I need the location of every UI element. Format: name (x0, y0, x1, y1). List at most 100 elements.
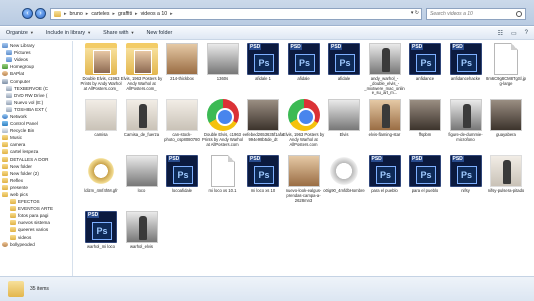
sidebar-item[interactable]: Videos (0, 56, 72, 63)
sidebar-item[interactable]: New folder (2) (0, 170, 72, 177)
file-name: 1360s (216, 76, 229, 81)
file-item[interactable]: Elvis, 1963 Posters by Andy Warhol at Al… (283, 99, 325, 147)
sidebar-item[interactable]: EFECTOS (0, 198, 72, 205)
breadcrumb-item[interactable]: bruno (70, 11, 83, 17)
organize-menu[interactable]: Organize ▼ (6, 30, 34, 36)
breadcrumb-separator-icon[interactable]: ▸ (112, 11, 115, 17)
new-folder-button[interactable]: New folder (147, 30, 173, 36)
file-item[interactable]: PSD Ps mi loco xs 10 (242, 155, 284, 194)
file-item[interactable]: 8m6C9g8CM8TgSl.jpg-large (485, 43, 527, 87)
sidebar-item[interactable]: web pics (0, 191, 72, 198)
sidebar-item[interactable]: New folder (0, 163, 72, 170)
file-item[interactable]: camisa (80, 99, 122, 138)
lib-icon (6, 57, 12, 63)
sidebar-item[interactable]: Reflex (0, 177, 72, 184)
breadcrumb-item[interactable]: graffiti (118, 11, 132, 17)
file-item[interactable]: nuevo-look-ealgus-prendas-campa-a-2628mn… (283, 155, 325, 203)
image-thumbnail-icon (247, 99, 279, 131)
file-item[interactable]: Double Elvis, c1963 Prints by Andy Warho… (80, 43, 122, 91)
file-item[interactable]: nifsy-pulsera-pitado (485, 155, 527, 194)
breadcrumb-separator-icon[interactable]: ▸ (135, 11, 138, 17)
file-item[interactable]: andy_warhol_-_double_elvis_-_mixtwere_ma… (364, 43, 406, 96)
sidebar-item[interactable]: EVENTOS ARTE (0, 205, 72, 212)
file-item[interactable]: Elvis, 1963 Posters by Andy Warhol at Al… (121, 43, 163, 91)
sidebar-item[interactable]: BAPlat (0, 70, 72, 77)
breadcrumb-separator-icon[interactable]: ▸ (86, 11, 89, 17)
file-item[interactable]: o0ig90_4mfdbHombre (323, 155, 365, 194)
sidebar-item[interactable]: fotos para pagi (0, 212, 72, 219)
file-item[interactable]: PSD Ps para el pueblo (364, 155, 406, 194)
back-arrow-icon[interactable]: ‹ (22, 8, 33, 19)
sidebar-item[interactable]: nuevos sistema (0, 219, 72, 226)
file-item[interactable]: guayabera (485, 99, 527, 138)
sidebar-item-label: Nuevo vol (E:) (14, 99, 44, 105)
forward-arrow-icon[interactable]: › (35, 8, 46, 19)
photoshop-logo-icon: Ps (92, 222, 112, 240)
sidebar-item[interactable]: bollypeoded (0, 241, 72, 248)
file-item[interactable]: 214-thickbox (161, 43, 203, 82)
chrome-icon (206, 99, 239, 131)
file-item[interactable]: PSD Ps para el pueblo (404, 155, 446, 194)
file-item[interactable]: Camisa_de_fuerza (121, 99, 163, 138)
sidebar-item[interactable]: videos (0, 234, 72, 241)
file-item[interactable]: can-stock-photo_csp8080780 (161, 99, 203, 143)
psd-badge: PSD (330, 44, 343, 50)
file-item[interactable]: PSD Ps anfidancehacke (445, 43, 487, 82)
file-item[interactable]: PSD Ps afidale (283, 43, 325, 82)
file-item[interactable]: ldizm_4mf4hM.gfr (80, 155, 122, 194)
photoshop-logo-icon: Ps (254, 54, 274, 72)
file-item[interactable]: PSD Ps anfidance (404, 43, 446, 82)
file-item[interactable]: Elvis (323, 99, 365, 138)
breadcrumb-item[interactable]: carteles (91, 11, 109, 17)
file-item[interactable]: ffspbm (404, 99, 446, 138)
folder-icon (2, 170, 8, 176)
file-item[interactable]: 1360s (202, 43, 244, 82)
help-icon[interactable]: ? (525, 30, 528, 37)
sidebar-item[interactable]: Homegroup (0, 63, 72, 70)
file-item[interactable]: PSD Ps afidale 1 (242, 43, 284, 82)
sidebar-item[interactable]: Music (0, 134, 72, 141)
breadcrumb-item[interactable]: videos a 10 (141, 11, 168, 17)
sidebar-item[interactable]: Recycle Bin (0, 127, 72, 134)
file-item[interactable]: PSD Ps afidale (323, 43, 365, 82)
sidebar-item[interactable]: Control Panel (0, 120, 72, 127)
sidebar-item[interactable]: Computer (0, 77, 72, 84)
search-icon[interactable] (516, 11, 522, 17)
file-item[interactable]: loco (121, 155, 163, 194)
folder-icon[interactable] (54, 11, 61, 17)
search-box[interactable] (426, 8, 526, 20)
search-input[interactable] (430, 11, 514, 17)
photoshop-file-icon: PSD Ps (166, 155, 198, 187)
view-options-icon[interactable]: ☷ (498, 30, 503, 37)
file-item[interactable]: mi loco xs 10.1 (202, 155, 244, 194)
include-in-library-menu[interactable]: Include in library ▼ (46, 30, 91, 36)
psd-badge: PSD (249, 44, 262, 50)
sidebar-item[interactable]: DETALLES A DOR (0, 156, 72, 163)
sidebar-item[interactable]: Network (0, 113, 72, 120)
sidebar-item[interactable]: DVD RW Drive ( (0, 92, 72, 99)
sidebar-item[interactable]: camera (0, 141, 72, 148)
sidebar-item[interactable]: Nuevo vol (E:) (0, 99, 72, 106)
refresh-icon[interactable]: ▾ ↻ (411, 10, 419, 16)
breadcrumb-separator-icon[interactable]: ▸ (64, 11, 67, 17)
file-item[interactable]: eefebed2653635f1afa994e98b5de_dt (242, 99, 284, 143)
breadcrumb-separator-icon[interactable]: ▸ (170, 11, 173, 17)
sidebar-item-label: EVENTOS ARTE (18, 206, 54, 212)
sidebar-item[interactable]: presente (0, 184, 72, 191)
file-item[interactable]: PSD Ps locoafidale (161, 155, 203, 194)
file-item[interactable]: elvis-flaming-star (364, 99, 406, 138)
share-with-menu[interactable]: Share with ▼ (103, 30, 134, 36)
sidebar-item[interactable]: Pictures (0, 49, 72, 56)
file-item[interactable]: PSD Ps warhol_mi loco (80, 211, 122, 250)
file-item[interactable]: warhol_elvis (121, 211, 163, 250)
sidebar-item[interactable]: New Library (0, 42, 72, 49)
file-item[interactable]: Double Elvis, c1963 Prints by Andy Warho… (202, 99, 244, 147)
file-item[interactable]: PSD Ps nifsy (445, 155, 487, 194)
sidebar-item[interactable]: cartel lespeza (0, 148, 72, 155)
preview-pane-icon[interactable]: ▭ (511, 30, 517, 37)
file-item[interactable]: figure-de-dummie-microfono (445, 99, 487, 143)
address-field[interactable]: ▸ bruno ▸ carteles ▸ graffiti ▸ videos a 10 ▸ ▾ ↻ (50, 8, 422, 20)
sidebar-item[interactable]: TEXBERVOE (C (0, 85, 72, 92)
sidebar-item[interactable]: TOSHIBA EXT ( (0, 106, 72, 113)
sidebar-item[interactable]: queeres varios (0, 226, 72, 233)
